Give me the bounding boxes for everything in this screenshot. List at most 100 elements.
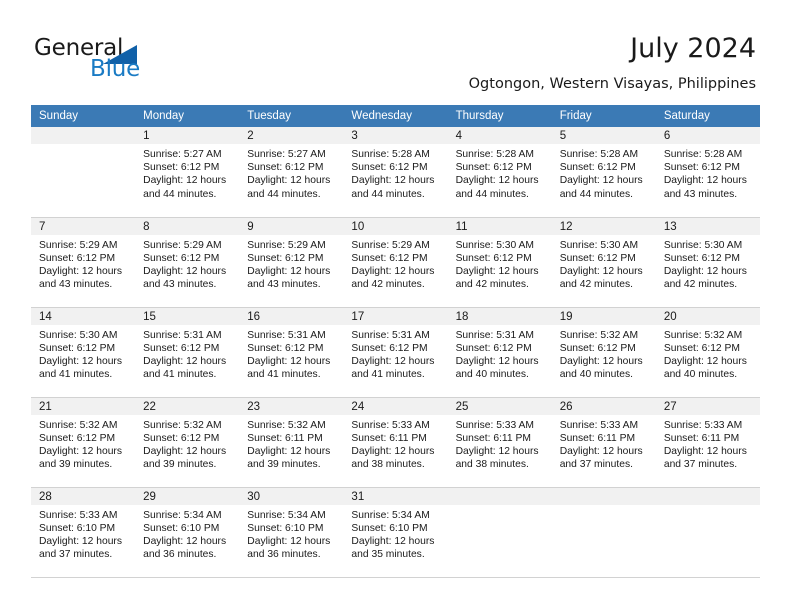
calendar-day-cell[interactable]: 23 Sunrise: 5:32 AM Sunset: 6:11 PM Dayligh… <box>239 397 344 488</box>
detail-sunset: Sunset: 6:12 PM <box>143 252 220 264</box>
day-details: Sunrise: 5:31 AM Sunset: 6:12 PM Daylight:… <box>448 325 552 382</box>
day-number: 17 <box>343 307 448 325</box>
calendar-day-cell[interactable]: 13 Sunrise: 5:30 AM Sunset: 6:12 PM Dayligh… <box>655 217 760 308</box>
detail-sunset: Sunset: 6:11 PM <box>455 432 531 444</box>
detail-daylight-line2: and 39 minutes. <box>143 459 217 471</box>
day-cell-content <box>655 487 760 577</box>
day-details: Sunrise: 5:27 AM Sunset: 6:12 PM Daylight:… <box>135 144 239 201</box>
general-blue-logo[interactable]: General Blue <box>34 36 234 88</box>
day-number: 18 <box>447 307 552 325</box>
calendar-day-cell[interactable]: 14 Sunrise: 5:30 AM Sunset: 6:12 PM Dayligh… <box>31 307 136 398</box>
day-details: Sunrise: 5:33 AM Sunset: 6:11 PM Daylight:… <box>343 415 447 472</box>
detail-sunrise: Sunrise: 5:27 AM <box>247 149 326 160</box>
calendar-day-cell[interactable]: 27 Sunrise: 5:33 AM Sunset: 6:11 PM Dayligh… <box>655 397 760 488</box>
detail-daylight-line1: Daylight: 12 hours <box>351 535 435 547</box>
day-number: 28 <box>31 487 136 505</box>
calendar-page: General Blue July 2024 Ogtongon, Western… <box>0 0 792 612</box>
detail-sunrise: Sunrise: 5:28 AM <box>559 149 639 160</box>
calendar-day-cell[interactable]: 29 Sunrise: 5:34 AM Sunset: 6:10 PM Dayligh… <box>135 487 240 578</box>
day-number: 10 <box>343 217 448 235</box>
calendar-day-cell-empty <box>551 487 656 578</box>
calendar-day-cell[interactable]: 9 Sunrise: 5:29 AM Sunset: 6:12 PM Daylight… <box>239 217 344 308</box>
detail-daylight-line1: Daylight: 12 hours <box>351 355 435 367</box>
calendar-day-cell[interactable]: 2 Sunrise: 5:27 AM Sunset: 6:12 PM Daylight… <box>239 127 344 218</box>
detail-daylight-line2: and 39 minutes. <box>247 459 321 471</box>
detail-sunrise: Sunrise: 5:33 AM <box>663 419 743 431</box>
day-details: Sunrise: 5:28 AM Sunset: 6:12 PM Daylight:… <box>448 144 552 201</box>
calendar-day-cell[interactable]: 21 Sunrise: 5:32 AM Sunset: 6:12 PM Dayligh… <box>31 397 136 488</box>
calendar-day-cell[interactable]: 24 Sunrise: 5:33 AM Sunset: 6:11 PM Dayligh… <box>343 397 448 488</box>
day-cell-content: 12 Sunrise: 5:30 AM Sunset: 6:12 PM Dayligh… <box>551 217 656 307</box>
calendar-day-cell[interactable]: 10 Sunrise: 5:29 AM Sunset: 6:12 PM Dayligh… <box>343 217 448 308</box>
calendar-day-cell[interactable]: 8 Sunrise: 5:29 AM Sunset: 6:12 PM Daylight… <box>135 217 240 308</box>
day-number: 20 <box>655 307 760 325</box>
detail-daylight-line2: and 36 minutes. <box>247 549 321 561</box>
calendar-day-cell[interactable]: 26 Sunrise: 5:33 AM Sunset: 6:11 PM Dayligh… <box>551 397 656 488</box>
day-cell-content: 24 Sunrise: 5:33 AM Sunset: 6:11 PM Dayligh… <box>343 397 448 487</box>
detail-sunrise: Sunrise: 5:32 AM <box>663 329 743 341</box>
detail-sunset: Sunset: 6:10 PM <box>39 522 116 534</box>
detail-sunrise: Sunrise: 5:30 AM <box>455 239 534 251</box>
calendar-day-cell[interactable]: 31 Sunrise: 5:34 AM Sunset: 6:10 PM Dayligh… <box>343 487 448 578</box>
detail-sunset: Sunset: 6:12 PM <box>351 342 428 354</box>
detail-daylight-line2: and 37 minutes. <box>39 549 113 561</box>
day-cell-content <box>551 487 656 577</box>
detail-daylight-line1: Daylight: 12 hours <box>247 355 331 367</box>
detail-daylight-line1: Daylight: 12 hours <box>663 265 747 277</box>
day-cell-content: 16 Sunrise: 5:31 AM Sunset: 6:12 PM Dayligh… <box>239 307 344 397</box>
day-number: 7 <box>31 217 136 235</box>
page-title: July 2024 <box>630 33 756 64</box>
detail-sunset: Sunset: 6:12 PM <box>663 342 740 354</box>
calendar-day-cell[interactable]: 25 Sunrise: 5:33 AM Sunset: 6:11 PM Dayligh… <box>447 397 552 488</box>
detail-sunset: Sunset: 6:12 PM <box>143 162 220 174</box>
day-details: Sunrise: 5:29 AM Sunset: 6:12 PM Daylight:… <box>343 235 447 292</box>
detail-daylight-line1: Daylight: 12 hours <box>559 355 643 367</box>
detail-daylight-line1: Daylight: 12 hours <box>663 175 747 187</box>
detail-sunrise: Sunrise: 5:29 AM <box>143 239 222 251</box>
calendar-day-cell[interactable]: 19 Sunrise: 5:32 AM Sunset: 6:12 PM Dayligh… <box>551 307 656 398</box>
day-number: 11 <box>447 217 552 235</box>
detail-daylight-line2: and 41 minutes. <box>351 369 425 381</box>
day-number: 23 <box>239 397 344 415</box>
calendar-day-cell[interactable]: 16 Sunrise: 5:31 AM Sunset: 6:12 PM Dayligh… <box>239 307 344 398</box>
calendar-day-cell[interactable]: 22 Sunrise: 5:32 AM Sunset: 6:12 PM Dayligh… <box>135 397 240 488</box>
calendar-day-cell[interactable]: 4 Sunrise: 5:28 AM Sunset: 6:12 PM Daylight… <box>447 127 552 218</box>
detail-sunrise: Sunrise: 5:29 AM <box>351 239 430 251</box>
calendar-day-cell-empty <box>447 487 552 578</box>
calendar-day-cell[interactable]: 15 Sunrise: 5:31 AM Sunset: 6:12 PM Dayligh… <box>135 307 240 398</box>
day-number <box>655 487 760 505</box>
calendar-day-cell[interactable]: 28 Sunrise: 5:33 AM Sunset: 6:10 PM Dayligh… <box>31 487 136 578</box>
calendar-day-cell[interactable]: 30 Sunrise: 5:34 AM Sunset: 6:10 PM Dayligh… <box>239 487 344 578</box>
day-number: 4 <box>447 127 552 144</box>
calendar-day-cell[interactable]: 11 Sunrise: 5:30 AM Sunset: 6:12 PM Dayligh… <box>447 217 552 308</box>
calendar-day-cell[interactable]: 18 Sunrise: 5:31 AM Sunset: 6:12 PM Dayligh… <box>447 307 552 398</box>
day-cell-content: 31 Sunrise: 5:34 AM Sunset: 6:10 PM Dayligh… <box>343 487 448 577</box>
day-details: Sunrise: 5:31 AM Sunset: 6:12 PM Daylight:… <box>135 325 239 382</box>
detail-daylight-line2: and 37 minutes. <box>663 459 738 471</box>
day-cell-content: 5 Sunrise: 5:28 AM Sunset: 6:12 PM Daylight… <box>551 127 656 217</box>
day-number: 12 <box>551 217 656 235</box>
calendar-day-cell[interactable]: 6 Sunrise: 5:28 AM Sunset: 6:12 PM Daylight… <box>655 127 760 218</box>
calendar-day-cell[interactable]: 17 Sunrise: 5:31 AM Sunset: 6:12 PM Dayligh… <box>343 307 448 398</box>
day-cell-content: 2 Sunrise: 5:27 AM Sunset: 6:12 PM Daylight… <box>239 127 344 217</box>
detail-sunset: Sunset: 6:12 PM <box>663 252 740 264</box>
calendar-day-cell[interactable]: 12 Sunrise: 5:30 AM Sunset: 6:12 PM Dayligh… <box>551 217 656 308</box>
detail-sunrise: Sunrise: 5:34 AM <box>247 509 326 521</box>
calendar-day-cell[interactable]: 3 Sunrise: 5:28 AM Sunset: 6:12 PM Daylight… <box>343 127 448 218</box>
detail-daylight-line2: and 42 minutes. <box>455 279 529 291</box>
detail-sunrise: Sunrise: 5:31 AM <box>455 329 534 341</box>
detail-daylight-line1: Daylight: 12 hours <box>663 355 747 367</box>
calendar-day-cell[interactable]: 7 Sunrise: 5:29 AM Sunset: 6:12 PM Daylight… <box>31 217 136 308</box>
day-details: Sunrise: 5:30 AM Sunset: 6:12 PM Daylight:… <box>656 235 760 292</box>
day-cell-content: 7 Sunrise: 5:29 AM Sunset: 6:12 PM Daylight… <box>31 217 136 307</box>
detail-daylight-line1: Daylight: 12 hours <box>143 355 227 367</box>
day-details: Sunrise: 5:32 AM Sunset: 6:12 PM Daylight:… <box>135 415 239 472</box>
detail-sunrise: Sunrise: 5:27 AM <box>143 149 222 160</box>
day-cell-content: 15 Sunrise: 5:31 AM Sunset: 6:12 PM Dayligh… <box>135 307 240 397</box>
detail-daylight-line2: and 40 minutes. <box>663 369 738 381</box>
calendar-day-cell[interactable]: 1 Sunrise: 5:27 AM Sunset: 6:12 PM Daylight… <box>135 127 240 218</box>
detail-sunrise: Sunrise: 5:31 AM <box>143 329 222 341</box>
calendar-day-cell[interactable]: 5 Sunrise: 5:28 AM Sunset: 6:12 PM Daylight… <box>551 127 656 218</box>
calendar-day-cell[interactable]: 20 Sunrise: 5:32 AM Sunset: 6:12 PM Dayligh… <box>655 307 760 398</box>
day-details: Sunrise: 5:30 AM Sunset: 6:12 PM Daylight:… <box>31 325 135 382</box>
